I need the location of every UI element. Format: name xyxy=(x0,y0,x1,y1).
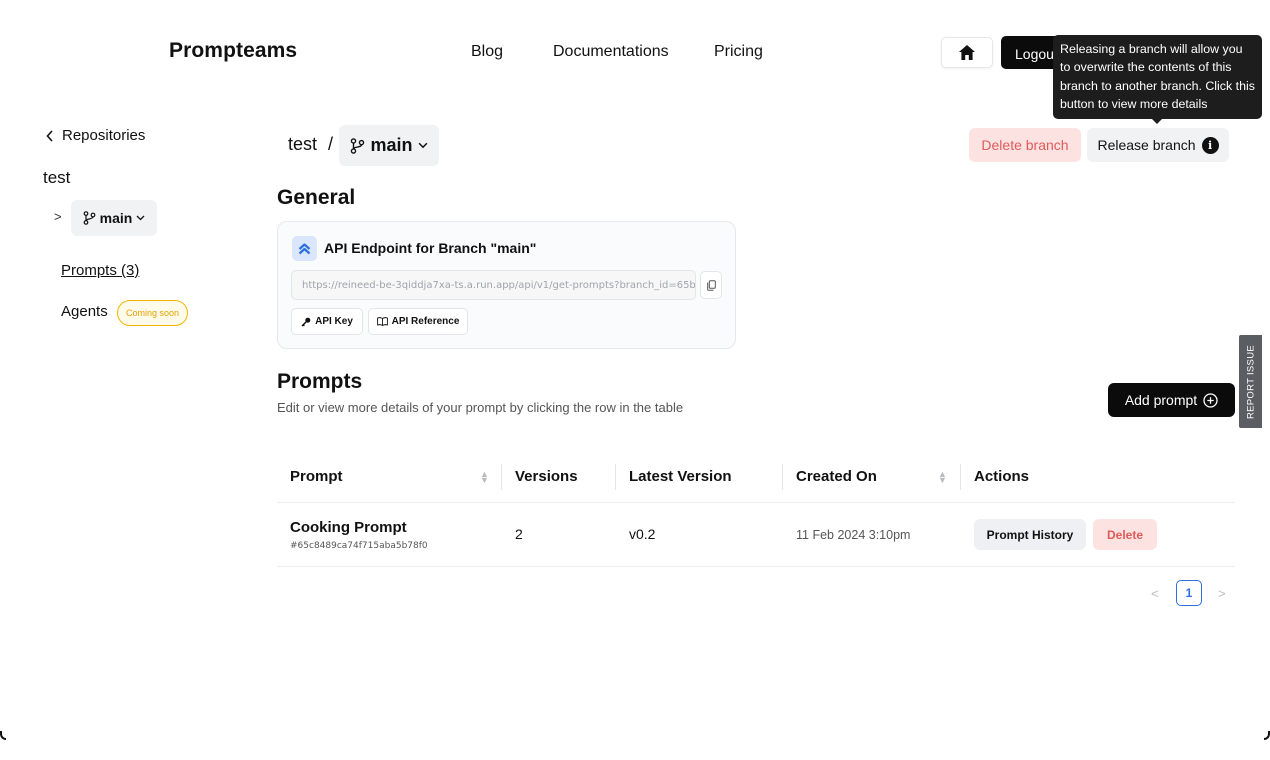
home-icon xyxy=(959,45,975,60)
plus-circle-icon xyxy=(1203,392,1218,408)
header-divider xyxy=(277,502,1235,503)
pagination-prev-icon[interactable]: < xyxy=(1151,586,1159,601)
column-divider xyxy=(960,464,961,490)
tooltip-arrow xyxy=(1151,118,1163,124)
sort-icon[interactable]: ▲ ▼ xyxy=(938,470,947,485)
coming-soon-badge: Coming soon xyxy=(117,300,188,326)
column-divider xyxy=(615,464,616,490)
breadcrumb: test / xyxy=(288,134,333,155)
prompt-versions: 2 xyxy=(515,526,523,542)
nav-pricing[interactable]: Pricing xyxy=(714,43,763,61)
prompt-id: #65c8489ca74f715aba5b78f0 xyxy=(290,541,428,551)
general-heading: General xyxy=(277,186,356,209)
chevron-down-icon xyxy=(136,215,145,221)
key-icon xyxy=(301,317,311,327)
copy-url-button[interactable] xyxy=(700,271,722,299)
api-endpoint-title: API Endpoint for Branch "main" xyxy=(324,240,537,256)
api-endpoint-url-field[interactable]: https://reineed-be-3qiddja7xa-ts.a.run.a… xyxy=(291,270,696,300)
column-divider xyxy=(501,464,502,490)
column-header-versions: Versions xyxy=(515,468,578,485)
pagination-current-page[interactable]: 1 xyxy=(1176,580,1202,606)
sidebar-repo-name: test xyxy=(43,168,71,187)
prompt-created-on: 11 Feb 2024 3:10pm xyxy=(796,528,911,542)
nav-blog[interactable]: Blog xyxy=(471,43,503,61)
sort-icon[interactable]: ▲ ▼ xyxy=(480,470,489,485)
add-prompt-label: Add prompt xyxy=(1124,392,1198,408)
prompt-name[interactable]: Cooking Prompt xyxy=(290,519,407,536)
column-divider xyxy=(782,464,783,490)
column-header-prompt[interactable]: Prompt xyxy=(290,468,343,485)
api-reference-button[interactable]: API Reference xyxy=(368,308,468,335)
git-branch-icon xyxy=(83,211,96,225)
column-header-actions: Actions xyxy=(974,468,1030,485)
chevron-left-icon xyxy=(46,129,53,142)
column-header-created-on[interactable]: Created On xyxy=(796,468,877,485)
window-corner xyxy=(1264,731,1270,740)
prompts-heading: Prompts xyxy=(277,370,363,393)
git-branch-icon xyxy=(351,137,365,154)
sidebar-branch-name: main xyxy=(99,210,133,226)
book-open-icon xyxy=(376,317,388,326)
info-icon: i xyxy=(1201,136,1219,154)
nav-documentations[interactable]: Documentations xyxy=(553,43,669,61)
back-to-repositories[interactable]: Repositories xyxy=(46,127,145,144)
breadcrumb-separator: / xyxy=(328,134,334,154)
row-divider xyxy=(277,566,1235,567)
add-prompt-button[interactable]: Add prompt xyxy=(1108,383,1235,417)
report-issue-tab[interactable]: REPORT ISSUE xyxy=(1239,335,1262,428)
delete-branch-button[interactable]: Delete branch xyxy=(969,128,1081,162)
prompt-latest-version: v0.2 xyxy=(629,526,656,542)
chevrons-up-icon xyxy=(292,236,317,261)
report-issue-label: REPORT ISSUE xyxy=(1245,344,1256,419)
sidebar-item-agents[interactable]: Agents xyxy=(61,303,108,320)
sidebar-branch-selector[interactable]: main xyxy=(71,200,157,236)
release-branch-button[interactable]: Release branch i xyxy=(1087,128,1229,162)
chevron-down-icon xyxy=(418,142,427,149)
home-button[interactable] xyxy=(941,37,993,68)
pagination-next-icon[interactable]: > xyxy=(1218,586,1226,601)
api-key-label: API Key xyxy=(315,316,353,327)
copy-icon xyxy=(706,279,716,291)
prompts-subtitle: Edit or view more details of your prompt… xyxy=(277,400,684,415)
column-header-latest-version: Latest Version xyxy=(629,468,732,485)
release-branch-label: Release branch xyxy=(1097,137,1196,153)
release-branch-tooltip: Releasing a branch will allow you to ove… xyxy=(1053,35,1262,119)
back-label: Repositories xyxy=(62,127,146,144)
branch-selector[interactable]: main xyxy=(339,125,439,166)
expand-chevron-icon[interactable]: > xyxy=(54,209,62,224)
api-key-button[interactable]: API Key xyxy=(291,308,363,335)
sidebar-item-prompts[interactable]: Prompts (3) xyxy=(61,262,139,279)
prompt-history-button[interactable]: Prompt History xyxy=(974,519,1086,550)
delete-prompt-button[interactable]: Delete xyxy=(1093,519,1157,550)
window-corner xyxy=(0,731,6,740)
breadcrumb-repo: test xyxy=(288,134,318,154)
brand-logo[interactable]: Prompteams xyxy=(169,39,297,63)
branch-name: main xyxy=(370,135,413,155)
api-reference-label: API Reference xyxy=(391,316,460,327)
